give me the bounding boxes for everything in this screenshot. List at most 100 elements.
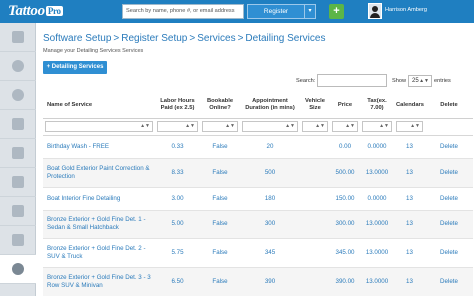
tax-cell: 13.0000 <box>360 267 394 296</box>
filter-labor-select[interactable]: ▲▼ <box>157 121 198 132</box>
filter-price-select[interactable]: ▲▼ <box>332 121 358 132</box>
column-header-tax[interactable]: Tax(ex. 7.00) <box>360 93 394 119</box>
bookable-cell: False <box>200 238 240 268</box>
register-button[interactable]: Register <box>247 4 305 19</box>
table-search-input[interactable] <box>317 74 387 87</box>
service-name-link[interactable]: Bronze Exterior + Gold Fine Det. 2 - SUV… <box>43 238 155 268</box>
filter-cell: ▲▼ <box>300 118 330 136</box>
sidebar-item-tag[interactable] <box>0 139 36 168</box>
vehicle-size-cell <box>300 158 330 188</box>
tax-cell: 0.0000 <box>360 135 394 159</box>
page-size-select[interactable]: 25 ▲▼ <box>408 75 432 87</box>
duration-cell: 390 <box>240 267 300 296</box>
chevron-down-icon: ▲▼ <box>185 123 195 129</box>
chevron-down-icon: ▲▼ <box>315 123 325 129</box>
delete-link[interactable]: Delete <box>425 210 473 239</box>
global-search-input[interactable]: Search by name, phone #, or email addres… <box>122 4 244 19</box>
sidebar-item-globe[interactable] <box>0 52 36 81</box>
bookable-cell: False <box>200 267 240 296</box>
id-card-icon <box>12 205 24 217</box>
table-row: Boat Gold Exterior Paint Correction & Pr… <box>43 158 473 188</box>
top-bar: Tattoo Pro Search by name, phone #, or e… <box>0 0 474 23</box>
filter-cell: ▲▼ <box>330 118 360 136</box>
vehicle-size-cell <box>300 187 330 211</box>
calendars-cell[interactable]: 13 <box>394 267 425 296</box>
user-name[interactable]: Harrison Amberg <box>385 7 427 13</box>
service-name-link[interactable]: Bronze Exterior + Gold Fine Det. 1 - Sed… <box>43 210 155 239</box>
show-label: Show <box>392 78 406 84</box>
delete-link[interactable]: Delete <box>425 187 473 211</box>
filter-cell: ▲▼ <box>394 118 425 136</box>
add-detailing-service-button[interactable]: + Detailing Services <box>43 61 107 74</box>
breadcrumb-separator: > <box>113 33 120 44</box>
sidebar-item-bank[interactable] <box>0 226 36 255</box>
column-header-price[interactable]: Price <box>330 93 360 119</box>
app-logo[interactable]: Tattoo Pro <box>8 1 63 21</box>
service-name-link[interactable]: Boat Interior Fine Detailing <box>43 187 155 211</box>
person-icon <box>12 176 24 188</box>
column-header-bookable[interactable]: Bookable Online? <box>200 93 240 119</box>
breadcrumb-separator: > <box>189 33 196 44</box>
sidebar-item-person[interactable] <box>0 168 36 197</box>
table-row: Bronze Exterior + Gold Fine Det. 1 - Sed… <box>43 210 473 239</box>
service-name-link[interactable]: Boat Gold Exterior Paint Correction & Pr… <box>43 158 155 188</box>
filter-name-select[interactable]: ▲▼ <box>45 121 153 132</box>
globe-icon <box>12 60 24 72</box>
price-cell: 390.00 <box>330 267 360 296</box>
sidebar-item-id-card[interactable] <box>0 197 36 226</box>
calendars-cell[interactable]: 13 <box>394 238 425 268</box>
delete-link[interactable]: Delete <box>425 267 473 296</box>
labor-hours-cell: 5.75 <box>155 238 200 268</box>
table-row: Bronze Exterior + Gold Fine Det. 3 - 3 R… <box>43 267 473 296</box>
breadcrumb-separator: > <box>237 33 244 44</box>
labor-hours-cell: 5.00 <box>155 210 200 239</box>
service-name-link[interactable]: Birthday Wash - FREE <box>43 135 155 159</box>
sidebar-item-chat[interactable] <box>0 81 36 110</box>
filter-tax-select[interactable]: ▲▼ <box>362 121 392 132</box>
delete-link[interactable]: Delete <box>425 158 473 188</box>
duration-cell: 20 <box>240 135 300 159</box>
calendars-cell[interactable]: 13 <box>394 135 425 159</box>
price-cell: 500.00 <box>330 158 360 188</box>
labor-hours-cell: 6.50 <box>155 267 200 296</box>
column-header-name[interactable]: Name of Service <box>43 93 155 119</box>
calendars-cell[interactable]: 13 <box>394 210 425 239</box>
calendars-cell[interactable]: 13 <box>394 187 425 211</box>
register-dropdown-button[interactable]: ▾ <box>304 4 316 19</box>
filter-duration-select[interactable]: ▲▼ <box>242 121 298 132</box>
filter-cell: ▲▼ <box>155 118 200 136</box>
chevron-down-icon: ▲▼ <box>285 123 295 129</box>
service-name-link[interactable]: Bronze Exterior + Gold Fine Det. 3 - 3 R… <box>43 267 155 296</box>
tax-cell: 13.0000 <box>360 210 394 239</box>
delete-link[interactable]: Delete <box>425 238 473 268</box>
breadcrumb-item[interactable]: Register Setup <box>121 33 187 44</box>
sidebar-item-calendar[interactable] <box>0 110 36 139</box>
breadcrumb-item[interactable]: Services <box>197 33 235 44</box>
duration-cell: 500 <box>240 158 300 188</box>
filter-vehicle-select[interactable]: ▲▼ <box>302 121 328 132</box>
quick-add-button[interactable]: + <box>329 4 344 19</box>
sidebar-item-settings[interactable] <box>0 255 36 284</box>
duration-cell: 180 <box>240 187 300 211</box>
duration-cell: 300 <box>240 210 300 239</box>
breadcrumb-item[interactable]: Software Setup <box>43 33 111 44</box>
column-header-vehicle-size[interactable]: Vehicle Size <box>300 93 330 119</box>
filter-cell <box>425 118 473 136</box>
chevron-down-icon: ▲▼ <box>225 123 235 129</box>
bookable-cell: False <box>200 135 240 159</box>
column-header-duration[interactable]: Appointment Duration (in mins) <box>240 93 300 119</box>
avatar[interactable] <box>368 3 382 19</box>
delete-link[interactable]: Delete <box>425 135 473 159</box>
bookable-cell: False <box>200 158 240 188</box>
calendars-cell[interactable]: 13 <box>394 158 425 188</box>
breadcrumb-current: Detailing Services <box>245 33 326 44</box>
column-header-labor-hours[interactable]: Labor Hours Paid (ex 2.5) <box>155 93 200 119</box>
bank-icon <box>12 234 24 246</box>
column-header-calendars[interactable]: Calendars <box>394 93 425 119</box>
chevron-down-icon: ▲▼ <box>140 123 150 129</box>
price-cell: 0.00 <box>330 135 360 159</box>
filter-calendars-select[interactable]: ▲▼ <box>396 121 423 132</box>
filter-bookable-select[interactable]: ▲▼ <box>202 121 238 132</box>
sidebar-item-tools[interactable] <box>0 23 36 52</box>
logo-text: Tattoo <box>8 2 45 19</box>
